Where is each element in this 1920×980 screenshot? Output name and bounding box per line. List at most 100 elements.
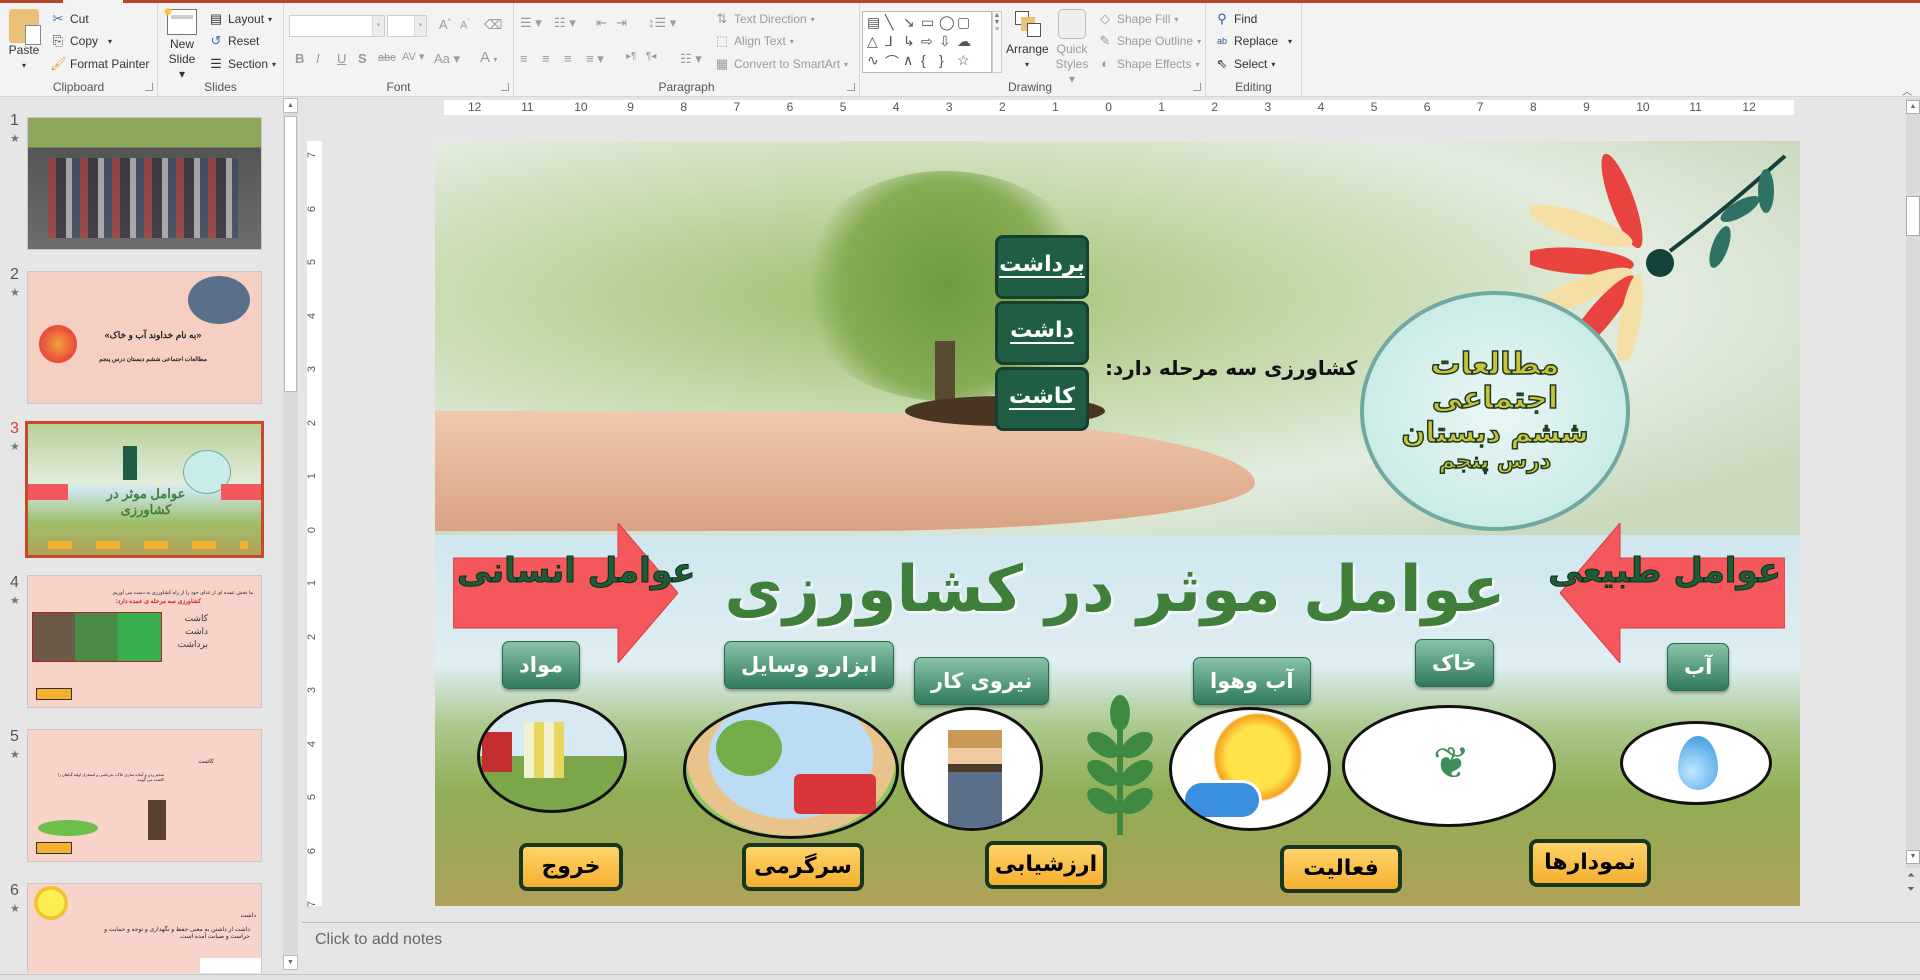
evaluation-button[interactable]: ارزشیابی bbox=[985, 841, 1107, 889]
bullets-icon[interactable]: ☰ ▾ bbox=[520, 15, 542, 31]
shape-option-icon[interactable]: ▤ bbox=[867, 14, 885, 33]
font-color-button[interactable]: A ▾ bbox=[480, 49, 497, 66]
thumbnails-scroll-thumb[interactable] bbox=[284, 116, 297, 392]
slide-thumbnail-1[interactable] bbox=[27, 117, 262, 250]
shrink-font-button[interactable]: Aˇ bbox=[460, 19, 470, 32]
stage-maintain-button[interactable]: داشت bbox=[995, 301, 1089, 365]
shape-effects-button[interactable]: ◐ Shape Effects ▾ bbox=[1097, 56, 1199, 72]
shape-option-icon[interactable]: ⇩ bbox=[939, 33, 957, 52]
factor-labor-button[interactable]: نیروی کار bbox=[914, 657, 1050, 705]
convert-smartart-button[interactable]: ▦ Convert to SmartArt ▾ bbox=[714, 56, 848, 72]
numbering-icon[interactable]: ☷ ▾ bbox=[554, 15, 576, 31]
previous-slide-icon[interactable]: ⏶ bbox=[1907, 870, 1915, 881]
climate-sun-cloud-image[interactable] bbox=[1169, 707, 1331, 831]
align-text-button[interactable]: ⬚ Align Text ▾ bbox=[714, 33, 794, 49]
strikethrough-button[interactable]: abc bbox=[378, 52, 396, 64]
slide-canvas[interactable]: برداشت داشت کاشت کشاورزی سه مرحله دارد: … bbox=[435, 141, 1800, 906]
slide-thumbnail-4[interactable]: ما بخش عمده ای از غذای خود را از راه کشا… bbox=[27, 575, 262, 708]
factor-water-button[interactable]: آب bbox=[1667, 643, 1730, 691]
change-case-button[interactable]: Aa ▾ bbox=[434, 51, 460, 67]
activity-button[interactable]: فعالیت bbox=[1280, 845, 1402, 893]
shape-option-icon[interactable]: ↳ bbox=[903, 33, 921, 52]
new-slide-button[interactable]: ✹ New Slide ▾ bbox=[163, 5, 200, 82]
slide-thumbnail-2[interactable]: «به نام خداوند آب و خاک» مطالعات اجتماعی… bbox=[27, 271, 262, 404]
shape-option-icon[interactable]: ⌒ bbox=[885, 52, 903, 71]
factor-tools-button[interactable]: ابزارو وسایل bbox=[724, 641, 895, 689]
layout-button[interactable]: ▤ Layout ▾ bbox=[208, 11, 272, 27]
exit-button[interactable]: خروج bbox=[519, 843, 623, 891]
replace-button[interactable]: ab Replace ▾ bbox=[1214, 33, 1292, 49]
factor-materials-button[interactable]: مواد bbox=[502, 641, 581, 689]
shape-outline-button[interactable]: ✎ Shape Outline ▾ bbox=[1097, 33, 1202, 49]
font-size-combo[interactable]: ▾ bbox=[387, 15, 427, 37]
clear-formatting-icon[interactable]: ⌫ bbox=[484, 17, 502, 33]
factor-climate-button[interactable]: آب وهوا bbox=[1193, 657, 1311, 705]
slide-scrollbar[interactable]: ▲ ▼ bbox=[1906, 98, 1920, 868]
shape-option-icon[interactable]: ⅃ bbox=[885, 33, 903, 52]
next-slide-icon[interactable]: ⏷ bbox=[1907, 884, 1915, 895]
tractor-tools-image[interactable] bbox=[683, 701, 899, 839]
slide-thumbnail-3[interactable]: عوامل موثر در کشاورزی bbox=[25, 421, 264, 558]
shape-option-icon[interactable]: ▢ bbox=[957, 14, 975, 33]
scroll-up-icon[interactable]: ▲ bbox=[1906, 100, 1920, 114]
shapes-gallery-scroll[interactable]: ▲ ▼ ≡ bbox=[992, 11, 1002, 73]
shape-option-icon[interactable]: ◯ bbox=[939, 14, 957, 33]
justify-icon[interactable]: ≡ ▾ bbox=[586, 51, 604, 67]
align-center-icon[interactable]: ≡ bbox=[542, 51, 550, 66]
grow-font-button[interactable]: A^ bbox=[439, 17, 451, 32]
shape-option-icon[interactable]: ∧ bbox=[903, 52, 921, 71]
text-direction-button[interactable]: ⇅ Text Direction ▾ bbox=[714, 11, 815, 27]
increase-indent-icon[interactable]: ⇥ bbox=[616, 15, 627, 31]
font-dialog-launcher[interactable] bbox=[501, 83, 509, 91]
paragraph-dialog-launcher[interactable] bbox=[847, 83, 855, 91]
scroll-down-icon[interactable]: ▼ bbox=[283, 955, 298, 970]
clipboard-dialog-launcher[interactable] bbox=[145, 83, 153, 91]
cut-button[interactable]: ✂ Cut bbox=[50, 11, 89, 27]
section-button[interactable]: ☰ Section ▾ bbox=[208, 56, 276, 72]
select-button[interactable]: ⇖ Select ▾ bbox=[1214, 56, 1276, 72]
factor-soil-button[interactable]: خاک bbox=[1415, 639, 1494, 687]
reset-button[interactable]: ↺ Reset bbox=[208, 33, 260, 49]
find-button[interactable]: ⚲ Find bbox=[1214, 11, 1257, 27]
shape-option-icon[interactable]: ☆ bbox=[957, 52, 975, 71]
drawing-dialog-launcher[interactable] bbox=[1193, 83, 1201, 91]
scroll-down-icon[interactable]: ▼ bbox=[1906, 850, 1920, 864]
slide-thumbnail-6[interactable]: داشت داشت از داشتن به معنی حفظ و نگهداری… bbox=[27, 883, 262, 973]
natural-factors-arrow[interactable]: عوامل طبیعی bbox=[1548, 521, 1786, 665]
entertainment-button[interactable]: سرگرمی bbox=[742, 843, 864, 891]
water-drop-image[interactable] bbox=[1620, 721, 1772, 805]
slide-thumbnail-5[interactable]: کاشت شخم زدن و آماده سازی خاک، بذرپاشی و… bbox=[27, 729, 262, 862]
italic-button[interactable]: I bbox=[316, 51, 320, 66]
collapse-ribbon-icon[interactable]: ︿ bbox=[1902, 83, 1912, 98]
format-painter-button[interactable]: 🖌 Format Painter bbox=[50, 56, 149, 72]
shape-option-icon[interactable]: ↘ bbox=[903, 14, 921, 33]
shape-option-icon[interactable]: ☁ bbox=[957, 33, 975, 52]
shadow-button[interactable]: S bbox=[358, 51, 367, 66]
underline-button[interactable]: U bbox=[337, 51, 346, 66]
font-name-combo[interactable]: ▾ bbox=[289, 15, 385, 37]
character-spacing-button[interactable]: AV ▾ bbox=[402, 50, 424, 63]
rtl-icon[interactable]: ¶◂ bbox=[646, 51, 656, 62]
shape-fill-button[interactable]: ◇ Shape Fill ▾ bbox=[1097, 11, 1178, 27]
shape-option-icon[interactable]: ╲ bbox=[885, 14, 903, 33]
shape-option-icon[interactable]: △ bbox=[867, 33, 885, 52]
decrease-indent-icon[interactable]: ⇤ bbox=[596, 15, 607, 31]
notes-divider[interactable] bbox=[302, 922, 1920, 923]
shape-option-icon[interactable]: { bbox=[921, 52, 939, 71]
chevron-down-icon[interactable]: ▾ bbox=[414, 16, 426, 36]
stage-harvest-button[interactable]: برداشت bbox=[995, 235, 1089, 299]
paste-button[interactable]: Paste ▾ bbox=[6, 9, 42, 73]
stage-plant-button[interactable]: کاشت bbox=[995, 367, 1089, 431]
materials-image[interactable] bbox=[477, 699, 627, 813]
arrange-button[interactable]: Arrange ▾ bbox=[1006, 9, 1049, 72]
line-spacing-icon[interactable]: ↕☰ ▾ bbox=[648, 15, 676, 31]
copy-button[interactable]: ⎘ Copy ▾ bbox=[50, 33, 112, 49]
slide-scroll-thumb[interactable] bbox=[1906, 196, 1920, 236]
align-left-icon[interactable]: ≡ bbox=[520, 51, 528, 66]
shape-option-icon[interactable]: ⇨ bbox=[921, 33, 939, 52]
align-right-icon[interactable]: ≡ bbox=[564, 51, 572, 66]
quick-styles-button[interactable]: Quick Styles ▾ bbox=[1052, 9, 1092, 87]
farmer-image[interactable] bbox=[901, 707, 1043, 831]
shape-option-icon[interactable]: ▭ bbox=[921, 14, 939, 33]
columns-icon[interactable]: ☷ ▾ bbox=[680, 51, 702, 67]
